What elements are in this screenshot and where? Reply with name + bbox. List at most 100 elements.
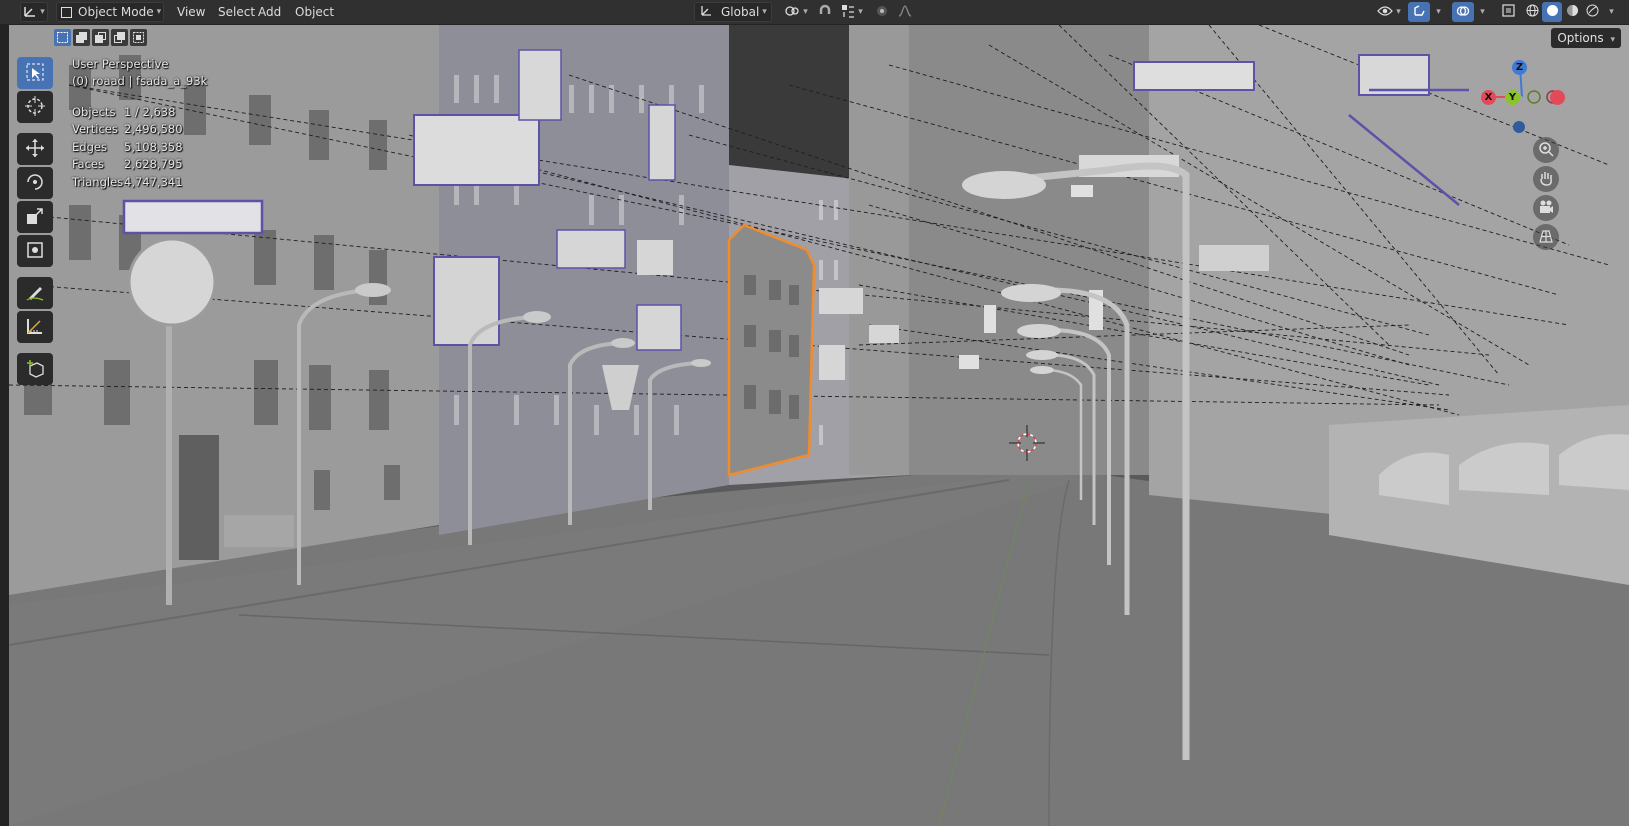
select-intersect-icon[interactable] — [130, 29, 147, 46]
visibility-button[interactable]: ▾ — [1374, 2, 1404, 22]
navigation-gizmo[interactable]: Z X Y — [1477, 57, 1567, 137]
options-label: Options — [1557, 31, 1604, 45]
chevron-down-icon: ▾ — [1610, 35, 1615, 45]
stat-value: 5,108,358 — [124, 139, 183, 154]
shading-solid[interactable] — [1542, 2, 1562, 22]
gizmo-toggle[interactable] — [1408, 2, 1430, 22]
scene-statistics: Objects 1 / 2,638 Vertices 2,496,580 Edges… — [72, 105, 183, 192]
select-subtract-icon[interactable] — [92, 29, 109, 46]
tool-transform[interactable] — [17, 235, 53, 267]
pivot-button[interactable]: ▾ — [782, 2, 810, 22]
tool-select-box[interactable] — [17, 57, 53, 89]
snap-target-icon — [841, 4, 855, 21]
hand-pan-icon — [1538, 170, 1554, 189]
overlays-dropdown[interactable]: ▾ — [1474, 2, 1488, 22]
area-divider[interactable] — [0, 25, 9, 826]
camera-icon — [1538, 199, 1554, 218]
snap-toggle[interactable] — [815, 2, 835, 22]
stat-value: 1 / 2,638 — [124, 105, 176, 119]
tool-rotate[interactable] — [17, 167, 53, 199]
menu-add[interactable]: Add — [253, 2, 286, 22]
chevron-down-icon: ▾ — [858, 7, 863, 17]
mode-label: Object Mode — [78, 5, 154, 19]
overlays-icon — [1456, 4, 1470, 21]
measure-icon — [25, 316, 45, 339]
select-extend-icon[interactable] — [73, 29, 90, 46]
chevron-down-icon: ▾ — [803, 7, 808, 17]
gizmo-y-icon[interactable]: Y — [1505, 90, 1520, 105]
cursor-icon — [25, 95, 45, 119]
select-box-icon — [26, 63, 44, 84]
ortho-toggle-button[interactable] — [1533, 224, 1559, 250]
tool-move[interactable] — [17, 133, 53, 165]
proportional-edit-toggle[interactable] — [872, 2, 892, 22]
stat-label: Vertices — [72, 122, 118, 137]
options-dropdown[interactable]: Options ▾ — [1551, 28, 1621, 48]
xray-icon — [1501, 4, 1515, 20]
viewport-header: ▾ Object Mode ▾ View Select Add Object G… — [0, 0, 1629, 25]
stat-value: 2,628,795 — [124, 157, 183, 172]
wireframe-shading-icon — [1526, 4, 1539, 20]
magnet-icon — [818, 4, 832, 21]
stat-row: Objects 1 / 2,638 — [72, 105, 183, 122]
gizmo-x-icon[interactable]: X — [1481, 90, 1496, 105]
falloff-curve-icon — [898, 4, 912, 20]
orientation-icon — [700, 4, 713, 20]
gizmo-z-icon[interactable]: Z — [1512, 60, 1527, 75]
transform-icon — [25, 240, 45, 263]
stat-row: Vertices 2,496,580 — [72, 122, 183, 139]
chevron-down-icon: ▾ — [1609, 7, 1614, 17]
view-name: User Perspective — [72, 57, 169, 71]
3d-viewport[interactable]: Options ▾ User Perspective (0) roaad | f… — [9, 25, 1629, 826]
grid-ortho-icon — [1538, 228, 1554, 247]
rendered-shading-icon — [1586, 4, 1599, 20]
falloff-button[interactable] — [895, 2, 915, 22]
active-object-info: (0) roaad | fsada_a_93k — [72, 74, 208, 88]
pan-button[interactable] — [1533, 166, 1559, 192]
orientation-dropdown[interactable]: Global ▾ — [694, 2, 772, 22]
annotate-icon — [25, 282, 45, 305]
shading-material[interactable] — [1562, 2, 1582, 22]
stat-row: Edges 5,108,358 — [72, 140, 183, 157]
chevron-down-icon: ▾ — [40, 7, 45, 17]
stat-value: 2,496,580 — [124, 122, 183, 137]
stat-value: 4,747,341 — [124, 174, 183, 189]
snap-target-button[interactable]: ▾ — [838, 2, 866, 22]
tool-add-cube[interactable] — [17, 353, 53, 385]
tool-annotate[interactable] — [17, 277, 53, 309]
chevron-down-icon: ▾ — [1396, 7, 1401, 17]
xray-toggle[interactable] — [1498, 2, 1518, 22]
menu-object[interactable]: Object — [290, 2, 339, 22]
object-mode-icon — [61, 6, 72, 18]
shading-dropdown[interactable]: ▾ — [1603, 2, 1617, 22]
scene-render — [9, 25, 1629, 826]
camera-view-button[interactable] — [1533, 195, 1559, 221]
chevron-down-icon: ▾ — [1436, 7, 1441, 17]
tool-measure[interactable] — [17, 311, 53, 343]
shading-rendered[interactable] — [1582, 2, 1602, 22]
gizmo-dropdown[interactable]: ▾ — [1430, 2, 1444, 22]
select-mode-group — [54, 29, 147, 47]
chevron-down-icon: ▾ — [1480, 7, 1485, 17]
zoom-button[interactable] — [1533, 137, 1559, 163]
axes-icon — [23, 4, 37, 21]
select-difference-icon[interactable] — [111, 29, 128, 46]
stat-label: Edges — [72, 139, 107, 154]
pivot-icon — [784, 4, 800, 21]
mode-dropdown[interactable]: Object Mode ▾ — [56, 2, 164, 22]
chevron-down-icon: ▾ — [156, 7, 162, 17]
tool-scale[interactable] — [17, 201, 53, 233]
shading-wireframe[interactable] — [1522, 2, 1542, 22]
menu-view[interactable]: View — [172, 2, 210, 22]
overlays-toggle[interactable] — [1452, 2, 1474, 22]
eye-icon — [1377, 5, 1394, 20]
editor-type-button[interactable]: ▾ — [20, 2, 48, 22]
stat-label: Faces — [72, 157, 104, 172]
gizmo-neg-x-icon[interactable] — [1550, 90, 1565, 105]
select-new-icon[interactable] — [54, 29, 71, 46]
stat-label: Objects — [72, 105, 116, 119]
proportional-edit-icon — [876, 5, 888, 20]
gizmo-icon — [1412, 4, 1426, 21]
tool-cursor[interactable] — [17, 91, 53, 123]
rotate-icon — [25, 172, 45, 195]
